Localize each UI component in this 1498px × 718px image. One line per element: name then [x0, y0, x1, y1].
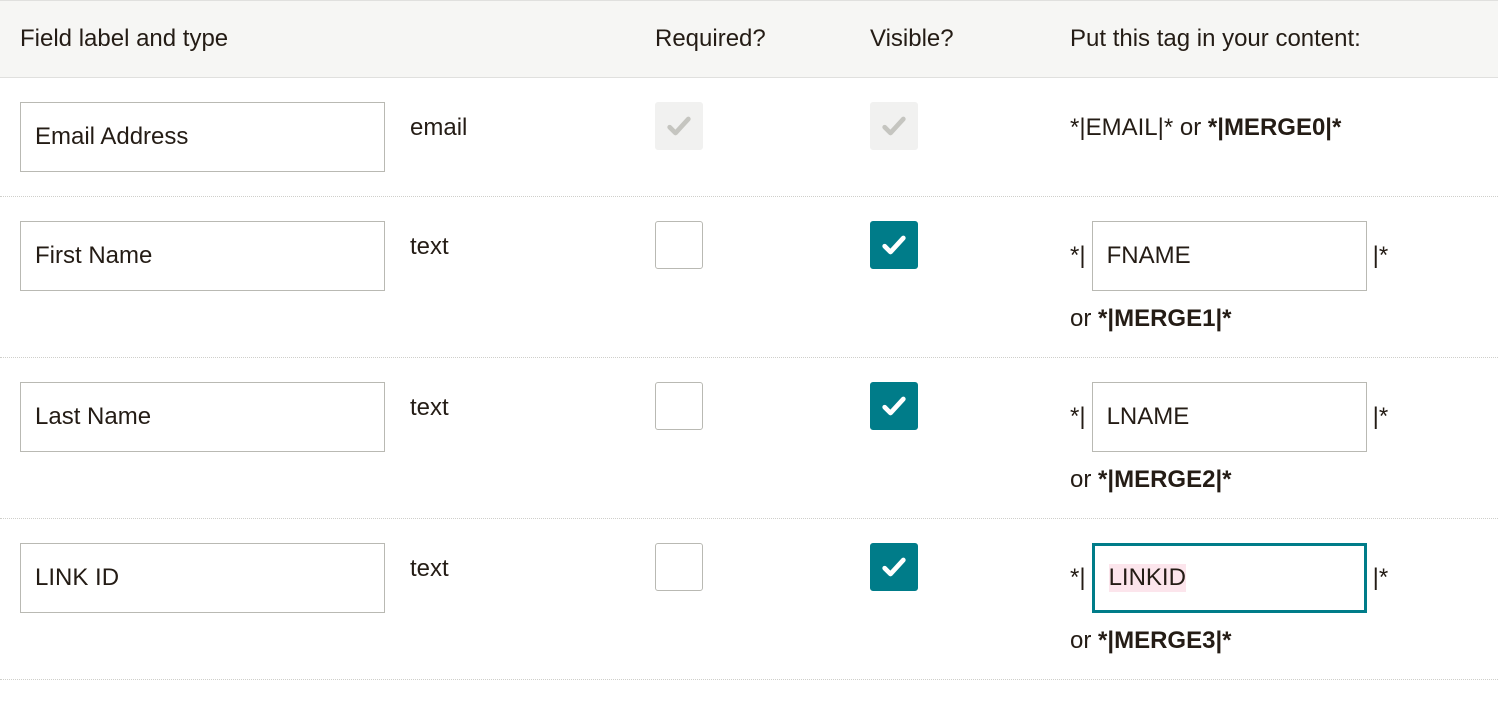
- header-visible: Visible?: [870, 25, 1070, 53]
- visible-checkbox[interactable]: [870, 221, 918, 269]
- table-row: text*||*or *|MERGE1|*: [0, 197, 1498, 358]
- tag-cell: *|EMAIL|* or *|MERGE0|*: [1070, 102, 1478, 142]
- tag-delim-close: |*: [1373, 564, 1389, 592]
- visible-checkbox[interactable]: [870, 382, 918, 430]
- header-required: Required?: [655, 25, 870, 53]
- table-row: email*|EMAIL|* or *|MERGE0|*: [0, 78, 1498, 197]
- tag-delim: *|: [1098, 305, 1114, 332]
- tag-delim: |*: [1215, 466, 1231, 493]
- or-word: or: [1070, 627, 1091, 654]
- field-type-label: text: [410, 543, 655, 583]
- tag-merge-line: or *|MERGE3|*: [1070, 627, 1478, 655]
- tag-cell: *||*or *|MERGE3|*: [1070, 543, 1478, 655]
- tag-merge: MERGE3: [1114, 627, 1215, 654]
- table-row: text*||*or *|MERGE2|*: [0, 358, 1498, 519]
- tag-delim: |*: [1215, 627, 1231, 654]
- visible-checkbox: [870, 102, 918, 150]
- header-tag: Put this tag in your content:: [1070, 25, 1478, 53]
- tag-cell: *||*or *|MERGE1|*: [1070, 221, 1478, 333]
- visible-checkbox[interactable]: [870, 543, 918, 591]
- tag-delim-open: *|: [1070, 564, 1086, 592]
- field-type-label: email: [410, 102, 655, 142]
- tag-input[interactable]: [1092, 221, 1367, 291]
- or-word: or: [1070, 305, 1091, 332]
- header-label: Field label and type: [20, 25, 655, 53]
- tag-input[interactable]: [1092, 543, 1367, 613]
- or-word: or: [1180, 114, 1201, 141]
- field-label-input[interactable]: [20, 221, 385, 291]
- tag-delim-close: |*: [1373, 403, 1389, 431]
- tag-merge: MERGE0: [1224, 114, 1325, 141]
- tag-input[interactable]: [1092, 382, 1367, 452]
- tag-delim: |*: [1215, 305, 1231, 332]
- tag-delim-close: |*: [1373, 242, 1389, 270]
- field-label-input[interactable]: [20, 382, 385, 452]
- table-header: Field label and type Required? Visible? …: [0, 0, 1498, 78]
- required-checkbox[interactable]: [655, 543, 703, 591]
- tag-delim: *|: [1070, 114, 1086, 141]
- tag-delim-open: *|: [1070, 242, 1086, 270]
- tag-merge: MERGE1: [1114, 305, 1215, 332]
- tag-delim: *|: [1208, 114, 1224, 141]
- tag-delim: *|: [1098, 466, 1114, 493]
- tag-primary: EMAIL: [1086, 114, 1158, 141]
- required-checkbox[interactable]: [655, 221, 703, 269]
- field-label-input[interactable]: [20, 543, 385, 613]
- or-word: or: [1070, 466, 1091, 493]
- tag-merge: MERGE2: [1114, 466, 1215, 493]
- tag-delim-open: *|: [1070, 403, 1086, 431]
- tag-static-text: *|EMAIL|* or *|MERGE0|*: [1070, 114, 1478, 142]
- tag-merge-line: or *|MERGE1|*: [1070, 305, 1478, 333]
- tag-delim: *|: [1098, 627, 1114, 654]
- required-checkbox: [655, 102, 703, 150]
- tag-delim: |*: [1325, 114, 1341, 141]
- tag-cell: *||*or *|MERGE2|*: [1070, 382, 1478, 494]
- tag-delim: |*: [1158, 114, 1174, 141]
- tag-merge-line: or *|MERGE2|*: [1070, 466, 1478, 494]
- field-type-label: text: [410, 221, 655, 261]
- required-checkbox[interactable]: [655, 382, 703, 430]
- field-type-label: text: [410, 382, 655, 422]
- table-row: text*||*or *|MERGE3|*: [0, 519, 1498, 680]
- field-label-input[interactable]: [20, 102, 385, 172]
